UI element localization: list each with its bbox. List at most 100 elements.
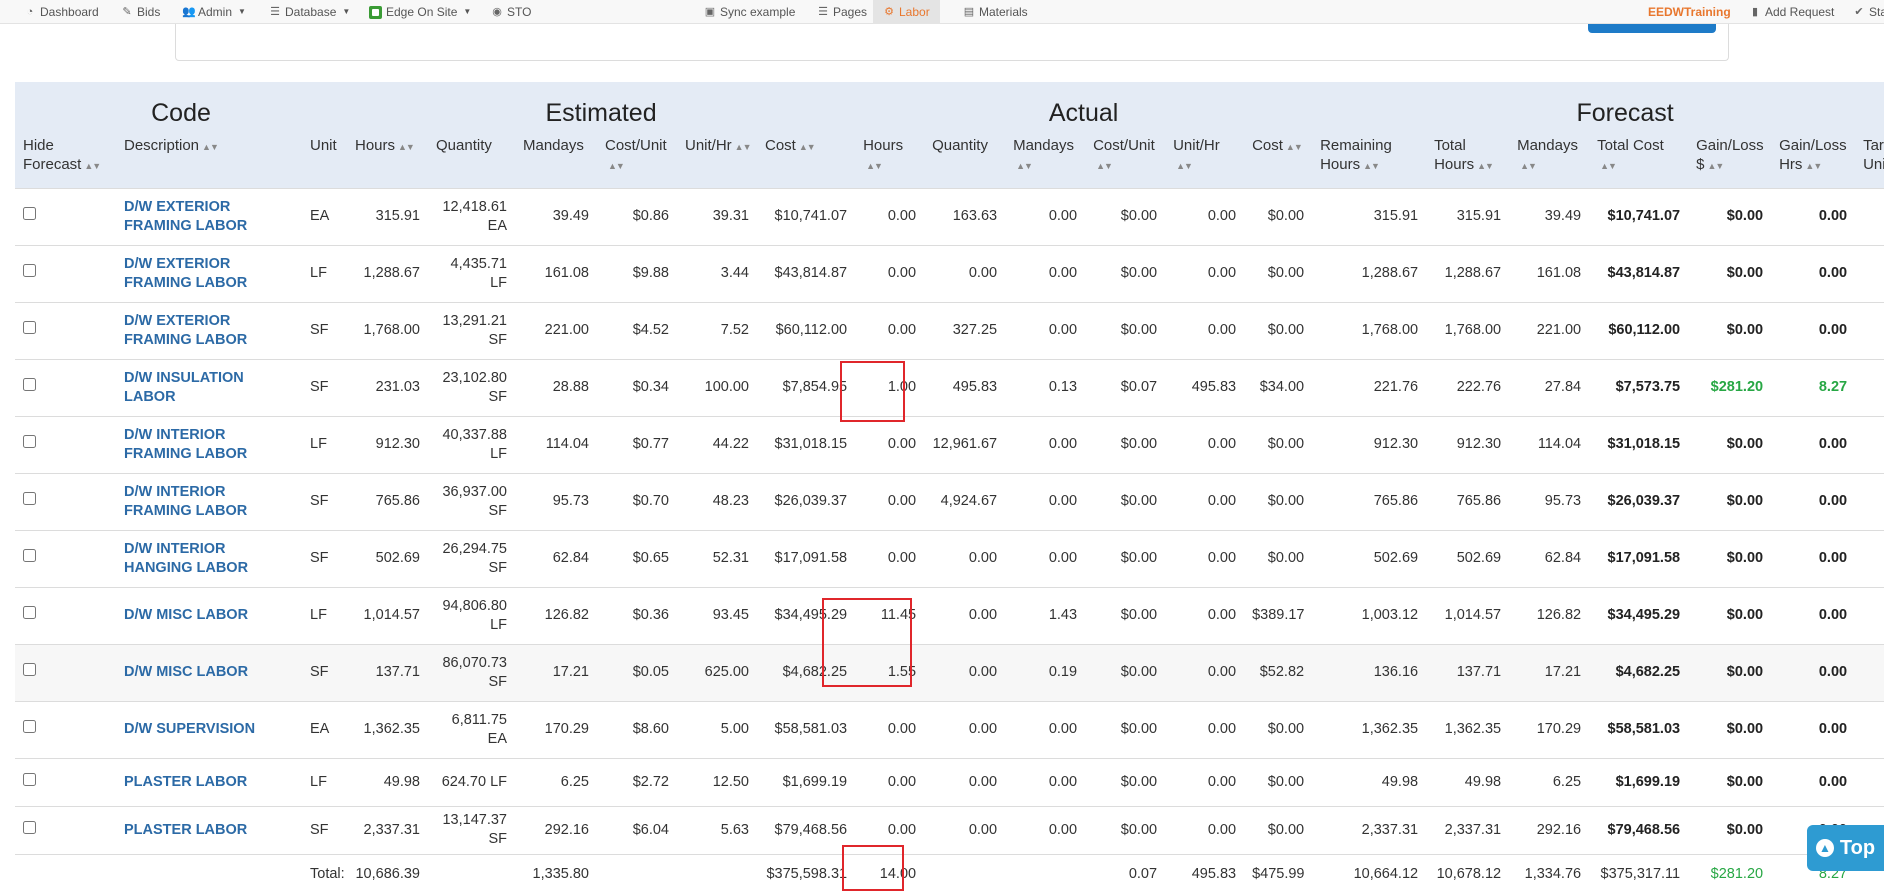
col-header-act-mandays[interactable]: Mandays ▲▼ (1005, 132, 1085, 188)
cell-e-uph: 93.45 (677, 586, 757, 644)
col-header-fc-target-unit-hr[interactable]: Target Unit/Hr▲▼ (1855, 132, 1884, 188)
hide-forecast-checkbox[interactable] (23, 663, 36, 676)
hide-forecast-checkbox[interactable] (23, 606, 36, 619)
nav-labor[interactable]: ⚙ Labor (873, 0, 940, 24)
sort-icon[interactable]: ▲▼ (866, 157, 883, 176)
cell-f-total-hours: 1,014.57 (1426, 586, 1510, 644)
col-header-description[interactable]: Description ▲▼ (116, 132, 302, 188)
panel-action-button[interactable] (1588, 24, 1716, 33)
group-forecast: Forecast (1576, 99, 1674, 127)
hide-forecast-checkbox[interactable] (23, 720, 36, 733)
col-header-fc-remaining-hours[interactable]: Remaining Hours ▲▼ (1312, 132, 1426, 188)
cell-e-uph: 5.00 (677, 700, 757, 758)
scroll-to-top-button[interactable]: ▲ Top (1807, 825, 1884, 871)
col-header-est-quantity[interactable]: Quantity (428, 132, 515, 188)
description-link[interactable]: D/W INTERIOR HANGING LABOR (116, 529, 302, 587)
col-header-est-mandays[interactable]: Mandays (515, 132, 597, 188)
hide-forecast-checkbox[interactable] (23, 492, 36, 505)
nav-admin-dropdown[interactable]: 👥 Admin ▼ (182, 0, 246, 24)
col-header-fc-gain-loss-hrs[interactable]: Gain/Loss Hrs ▲▼ (1771, 132, 1855, 188)
nav-materials[interactable]: ▤ Materials (963, 0, 1028, 24)
cell-e-qty: 624.70 LF (428, 757, 515, 806)
sort-icon[interactable]: ▲▼ (799, 138, 816, 157)
hide-forecast-checkbox[interactable] (23, 264, 36, 277)
cell-a-uph: 0.00 (1165, 529, 1245, 587)
col-header-act-cost-unit[interactable]: Cost/Unit ▲▼ (1085, 132, 1165, 188)
sort-icon[interactable]: ▲▼ (735, 138, 752, 157)
nav-edge-on-site-dropdown[interactable]: Edge On Site ▼ (369, 0, 471, 24)
table-row: D/W SUPERVISION EA 1,362.35 6,811.75 EA 170.… (15, 700, 1884, 758)
group-header-row: Code Estimated Actual Forecast (15, 82, 1884, 132)
hide-forecast-checkbox[interactable] (23, 207, 36, 220)
sort-icon[interactable]: ▲▼ (398, 138, 415, 157)
sort-icon[interactable]: ▲▼ (608, 157, 625, 176)
nav-user-training[interactable]: EEDWTraining (1648, 0, 1731, 24)
col-header-act-cost[interactable]: Cost ▲▼ (1244, 132, 1312, 188)
cell-e-mandays: 95.73 (515, 472, 597, 530)
cell-gl-hrs: 0.00 (1771, 472, 1856, 530)
description-link[interactable]: D/W INTERIOR FRAMING LABOR (116, 415, 302, 473)
hide-forecast-cell (15, 757, 116, 806)
description-link[interactable]: D/W EXTERIOR FRAMING LABOR (116, 244, 302, 302)
description-link[interactable]: D/W SUPERVISION (116, 700, 302, 758)
highlight-box-total-hours (842, 845, 904, 891)
col-header-hide-forecast[interactable]: Hide Forecast ▲▼ (15, 132, 116, 188)
nav-sto[interactable]: ◉ STO (491, 0, 531, 24)
col-header-fc-total-hours[interactable]: Total Hours ▲▼ (1426, 132, 1509, 188)
description-link[interactable]: D/W INSULATION LABOR (116, 358, 302, 416)
col-header-fc-mandays[interactable]: Mandays ▲▼ (1509, 132, 1589, 188)
description-link[interactable]: D/W EXTERIOR FRAMING LABOR (116, 187, 302, 245)
hide-forecast-checkbox[interactable] (23, 549, 36, 562)
col-header-fc-gain-loss-dollar[interactable]: Gain/Loss $ ▲▼ (1688, 132, 1771, 188)
sort-icon[interactable]: ▲▼ (1363, 157, 1380, 176)
cell-e-cpu: $0.05 (597, 643, 677, 701)
col-header-act-quantity[interactable]: Quantity (924, 132, 1005, 188)
col-header-unit[interactable]: Unit (302, 132, 347, 188)
cell-gl-hrs: 0.00 (1771, 529, 1856, 587)
description-link[interactable]: D/W MISC LABOR (116, 586, 302, 644)
hide-forecast-checkbox[interactable] (23, 435, 36, 448)
sort-icon[interactable]: ▲▼ (1805, 157, 1822, 176)
sort-icon[interactable]: ▲▼ (1600, 157, 1617, 176)
sort-icon[interactable]: ▲▼ (84, 157, 101, 176)
description-link[interactable]: PLASTER LABOR (116, 805, 302, 854)
nav-sync-example[interactable]: ▣ Sync example (704, 0, 796, 24)
col-header-est-hours[interactable]: Hours ▲▼ (347, 132, 428, 188)
nav-add-request[interactable]: ▮ Add Request (1749, 0, 1834, 24)
nav-pages[interactable]: ☰ Pages (817, 0, 867, 24)
cell-a-cost: $0.00 (1244, 700, 1313, 758)
sort-icon[interactable]: ▲▼ (1520, 157, 1537, 176)
hide-forecast-checkbox[interactable] (23, 820, 36, 834)
nav-bids[interactable]: ✎ Bids (121, 0, 160, 24)
hide-forecast-checkbox[interactable] (23, 321, 36, 334)
col-header-est-unit-hr[interactable]: Unit/Hr ▲▼ (677, 132, 757, 188)
sort-icon[interactable]: ▲▼ (1286, 138, 1303, 157)
cell-a-hours: 0.00 (855, 757, 925, 806)
sort-icon[interactable]: ▲▼ (1707, 157, 1724, 176)
hide-forecast-checkbox[interactable] (23, 772, 36, 786)
cell-f-rem: 765.86 (1312, 472, 1427, 530)
description-link[interactable]: D/W MISC LABOR (116, 643, 302, 701)
status-icon: ✔ (1854, 6, 1864, 18)
description-link[interactable]: D/W INTERIOR FRAMING LABOR (116, 472, 302, 530)
col-header-act-unit-hr[interactable]: Unit/Hr ▲▼ (1165, 132, 1244, 188)
nav-dashboard[interactable]: ◔ Dashboard (24, 0, 99, 24)
hide-forecast-checkbox[interactable] (23, 378, 36, 391)
sort-icon[interactable]: ▲▼ (1016, 157, 1033, 176)
sort-icon[interactable]: ▲▼ (202, 138, 219, 157)
nav-database-dropdown[interactable]: ☰ Database ▼ (269, 0, 350, 24)
col-header-fc-total-cost[interactable]: Total Cost ▲▼ (1589, 132, 1688, 188)
cell-e-mandays: 28.88 (515, 358, 597, 416)
cell-a-qty: 327.25 (924, 301, 1006, 359)
col-header-act-hours[interactable]: Hours ▲▼ (855, 132, 924, 188)
description-link[interactable]: PLASTER LABOR (116, 757, 302, 806)
col-header-est-cost-unit[interactable]: Cost/Unit ▲▼ (597, 132, 677, 188)
nav-status[interactable]: ✔ Sta (1853, 0, 1884, 24)
database-icon: ☰ (270, 6, 280, 18)
sort-icon[interactable]: ▲▼ (1477, 157, 1494, 176)
sort-icon[interactable]: ▲▼ (1176, 157, 1193, 176)
description-link[interactable]: D/W EXTERIOR FRAMING LABOR (116, 301, 302, 359)
sort-icon[interactable]: ▲▼ (1096, 157, 1113, 176)
unit-cell: EA (302, 700, 347, 758)
col-header-est-cost[interactable]: Cost ▲▼ (757, 132, 855, 188)
